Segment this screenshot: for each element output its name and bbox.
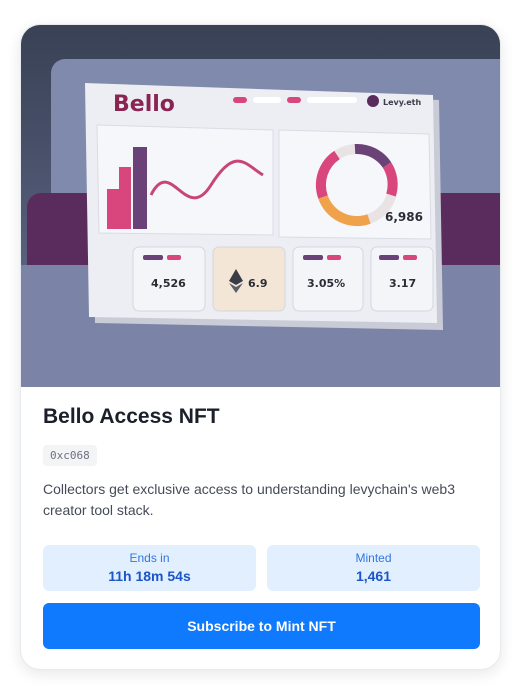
metric-tile-1: 4,526 xyxy=(132,246,206,312)
nft-description: Collectors get exclusive access to under… xyxy=(43,481,456,518)
dashboard-illustration: Bello Levy.eth 6,986 4,526 6.9 3.05% 3.1… xyxy=(21,59,500,387)
minted-count: 1,461 xyxy=(355,568,392,584)
metric-tile-1-value: 4,526 xyxy=(151,277,186,290)
metric-tile-2-value: 6.9 xyxy=(248,277,268,290)
contract-address[interactable]: 0xc068 xyxy=(43,445,97,466)
donut-value: 6,986 xyxy=(385,210,423,224)
nft-artwork: Bello Levy.eth 6,986 4,526 6.9 3.05% 3.1… xyxy=(21,25,500,387)
artwork-brand: Bello xyxy=(113,92,175,117)
subscribe-mint-button[interactable]: Subscribe to Mint NFT xyxy=(43,603,480,649)
dashboard-board: Bello Levy.eth 6,986 4,526 6.9 3.05% 3.1… xyxy=(85,83,443,330)
nft-card: Bello Levy.eth 6,986 4,526 6.9 3.05% 3.1… xyxy=(20,24,501,670)
nft-title: Bello Access NFT xyxy=(43,405,220,428)
ends-in-label: Ends in xyxy=(129,551,170,565)
metric-tile-3: 3.05% xyxy=(292,246,364,312)
bar-1 xyxy=(107,189,119,229)
minted-label: Minted xyxy=(355,551,392,565)
metric-tile-4: 3.17 xyxy=(370,246,434,312)
bar-3 xyxy=(133,147,147,229)
metric-tile-4-value: 3.17 xyxy=(389,277,416,290)
artwork-user: Levy.eth xyxy=(383,98,422,107)
ends-in-stat: Ends in 11h 18m 54s xyxy=(43,545,256,591)
bar-2 xyxy=(119,167,131,229)
nft-details: Bello Access NFT 0xc068 Collectors get e… xyxy=(21,387,500,669)
minted-stat: Minted 1,461 xyxy=(267,545,480,591)
metric-tile-3-value: 3.05% xyxy=(307,277,345,290)
metric-tile-2: 6.9 xyxy=(212,246,286,312)
ends-in-countdown: 11h 18m 54s xyxy=(108,568,191,584)
